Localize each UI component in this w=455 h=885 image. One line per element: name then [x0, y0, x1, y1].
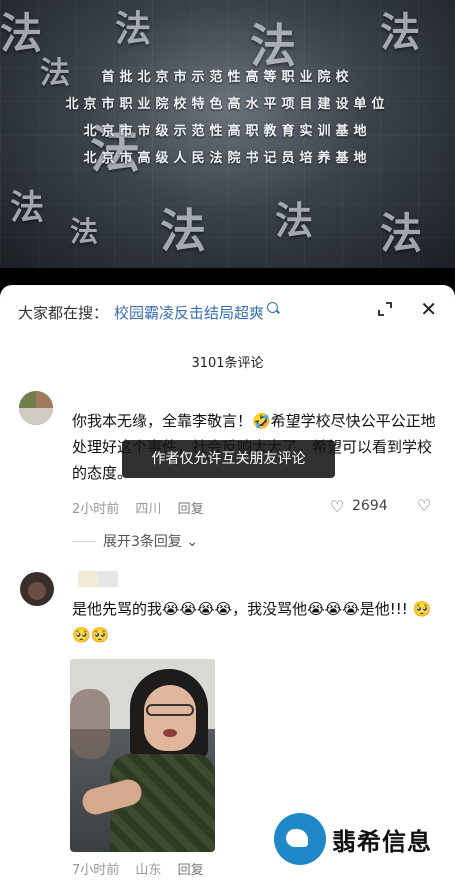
video-decor-glyph: 法	[275, 198, 314, 243]
toast-message: 作者仅允许互关朋友评论	[122, 440, 335, 478]
comment-meta: 7小时前 山东 回复	[72, 859, 216, 878]
close-icon[interactable]: ✕	[420, 299, 437, 319]
search-icon[interactable]	[267, 301, 279, 313]
video-caption-line: 北京市市级示范性高职教育实训基地	[83, 124, 372, 139]
comment-image[interactable]	[70, 659, 215, 852]
video-decor-glyph: 法	[380, 9, 420, 56]
divider	[72, 541, 96, 542]
video-caption-line: 北京市高级人民法院书记员培养基地	[83, 151, 372, 166]
search-suggestion-link[interactable]: 校园霸凌反击结局超爽	[114, 302, 264, 323]
video-decor-glyph: 法	[10, 188, 44, 228]
comment-time: 2小时前	[72, 502, 120, 517]
video-player[interactable]: 法 法 法 法 法 法 法 法 法 法 法 首批北京市示范性高等职业院校 北京市…	[0, 0, 455, 268]
video-decor-glyph: 法	[160, 204, 206, 258]
chevron-down-icon: ⌄	[181, 534, 199, 550]
avatar[interactable]	[19, 391, 53, 425]
video-decor-glyph: 法	[115, 8, 152, 50]
expand-replies-label: 展开3条回复	[103, 534, 182, 550]
dislike-icon[interactable]: ♡	[417, 496, 431, 515]
watermark-text: 翡希信息	[332, 827, 432, 856]
video-decor-glyph: 法	[70, 215, 99, 248]
reply-button[interactable]: 回复	[178, 863, 204, 878]
reply-button[interactable]: 回复	[178, 502, 204, 517]
expand-icon[interactable]	[377, 301, 393, 317]
comment-time: 7小时前	[72, 863, 120, 878]
comment-sheet: 大家都在搜： 校园霸凌反击结局超爽 ✕ 3101条评论 你我本无缘，全靠李敬言！…	[0, 285, 455, 885]
video-caption-block: 首批北京市示范性高等职业院校 北京市职业院校特色高水平项目建设单位 北京市市级示…	[0, 64, 455, 172]
comment-location: 山东	[135, 863, 162, 878]
heart-icon[interactable]: ♡	[330, 497, 344, 516]
video-decor-glyph: 法	[380, 209, 423, 258]
comment-meta: 2小时前 四川 回复	[72, 498, 216, 517]
comment-location: 四川	[135, 502, 162, 517]
comment-text: 是他先骂的我😭😭😭😭，我没骂他😭😭😭是他!!! 🥺🥺🥺	[72, 600, 432, 644]
search-suggestion-bar: 大家都在搜： 校园霸凌反击结局超爽 ✕	[18, 297, 437, 327]
video-caption-line: 首批北京市示范性高等职业院校	[101, 70, 354, 85]
username-blurred[interactable]	[78, 571, 118, 587]
watermark-logo-icon	[274, 813, 326, 865]
avatar[interactable]	[20, 572, 54, 606]
video-decor-glyph: 法	[0, 9, 43, 58]
search-suggestion-prefix: 大家都在搜：	[18, 303, 109, 322]
comment-count: 3101条评论	[191, 356, 264, 371]
expand-replies-button[interactable]: 展开3条回复 ⌄	[103, 531, 198, 551]
watermark: 翡希信息	[274, 813, 432, 865]
video-caption-line: 北京市职业院校特色高水平项目建设单位	[65, 97, 390, 112]
like-count: 2694	[352, 498, 388, 514]
